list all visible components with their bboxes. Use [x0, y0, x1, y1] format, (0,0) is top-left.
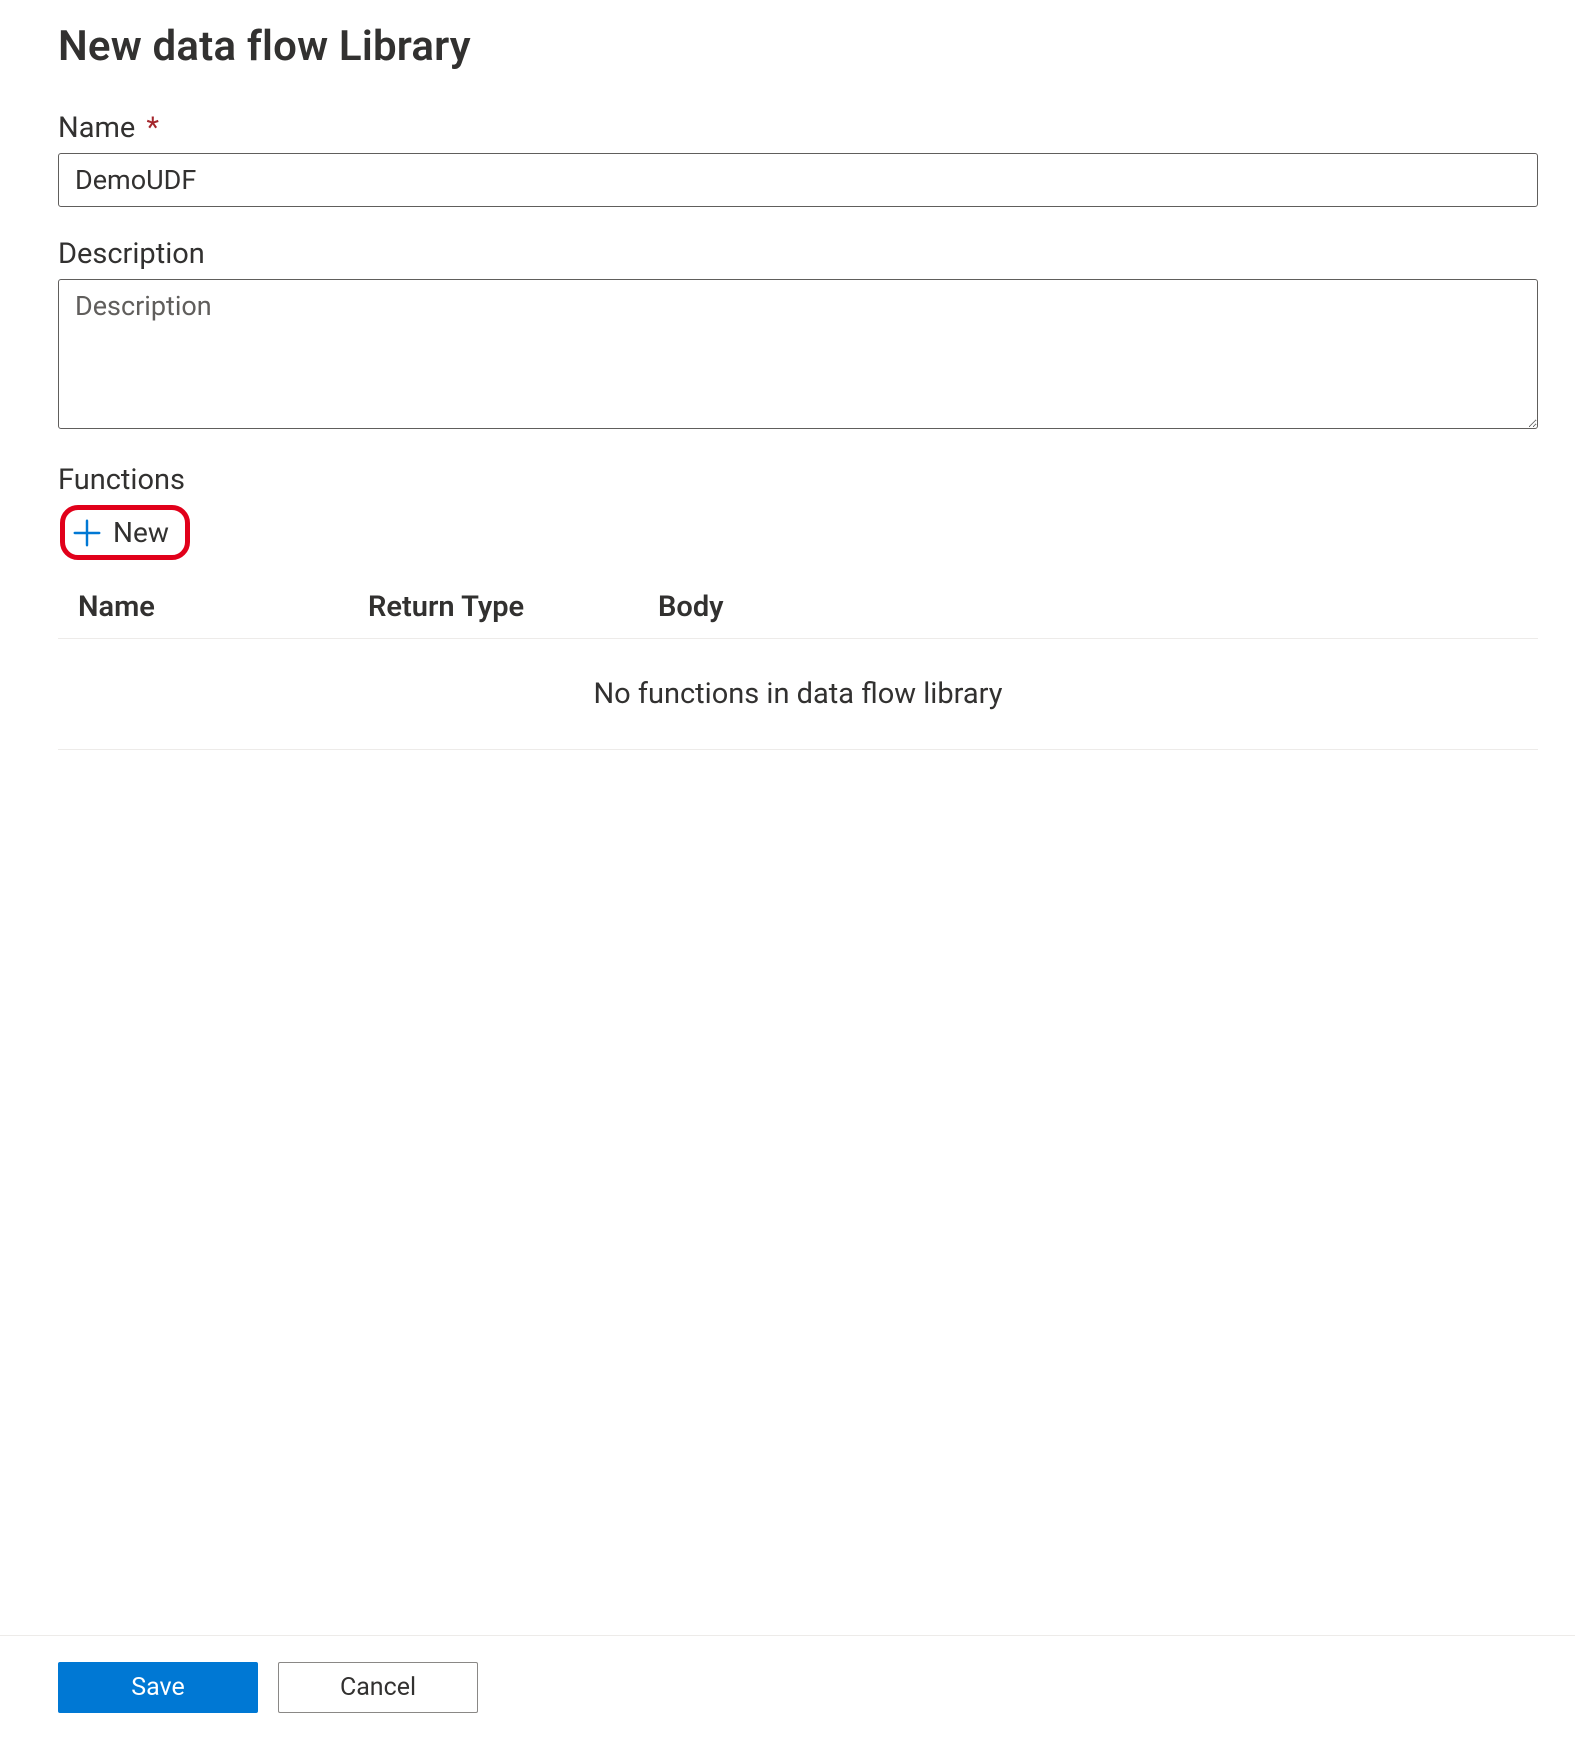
name-label-text: Name	[58, 111, 135, 145]
column-header-name[interactable]: Name	[78, 590, 368, 624]
page-title: New data flow Library	[58, 22, 1517, 71]
required-asterisk: *	[146, 111, 159, 145]
functions-table-header: Name Return Type Body	[58, 590, 1538, 639]
save-button[interactable]: Save	[58, 1662, 258, 1713]
description-textarea[interactable]	[58, 279, 1538, 429]
plus-icon	[73, 519, 101, 547]
new-button-label: New	[113, 516, 169, 549]
description-label: Description	[58, 237, 1517, 271]
column-header-body[interactable]: Body	[658, 590, 1538, 624]
functions-table: Name Return Type Body No functions in da…	[58, 590, 1538, 750]
name-label: Name *	[58, 111, 1517, 145]
description-field-block: Description	[58, 237, 1517, 433]
new-function-button[interactable]: New	[69, 512, 179, 553]
functions-label: Functions	[58, 463, 1517, 497]
new-data-flow-library-panel: New data flow Library Name * Description…	[0, 0, 1575, 1747]
footer-actions: Save Cancel	[0, 1635, 1575, 1713]
column-header-return-type[interactable]: Return Type	[368, 590, 658, 624]
cancel-button[interactable]: Cancel	[278, 1662, 478, 1713]
name-input[interactable]	[58, 153, 1538, 207]
name-field-block: Name *	[58, 111, 1517, 207]
functions-empty-message: No functions in data flow library	[58, 639, 1538, 750]
new-button-highlight: New	[60, 505, 190, 560]
